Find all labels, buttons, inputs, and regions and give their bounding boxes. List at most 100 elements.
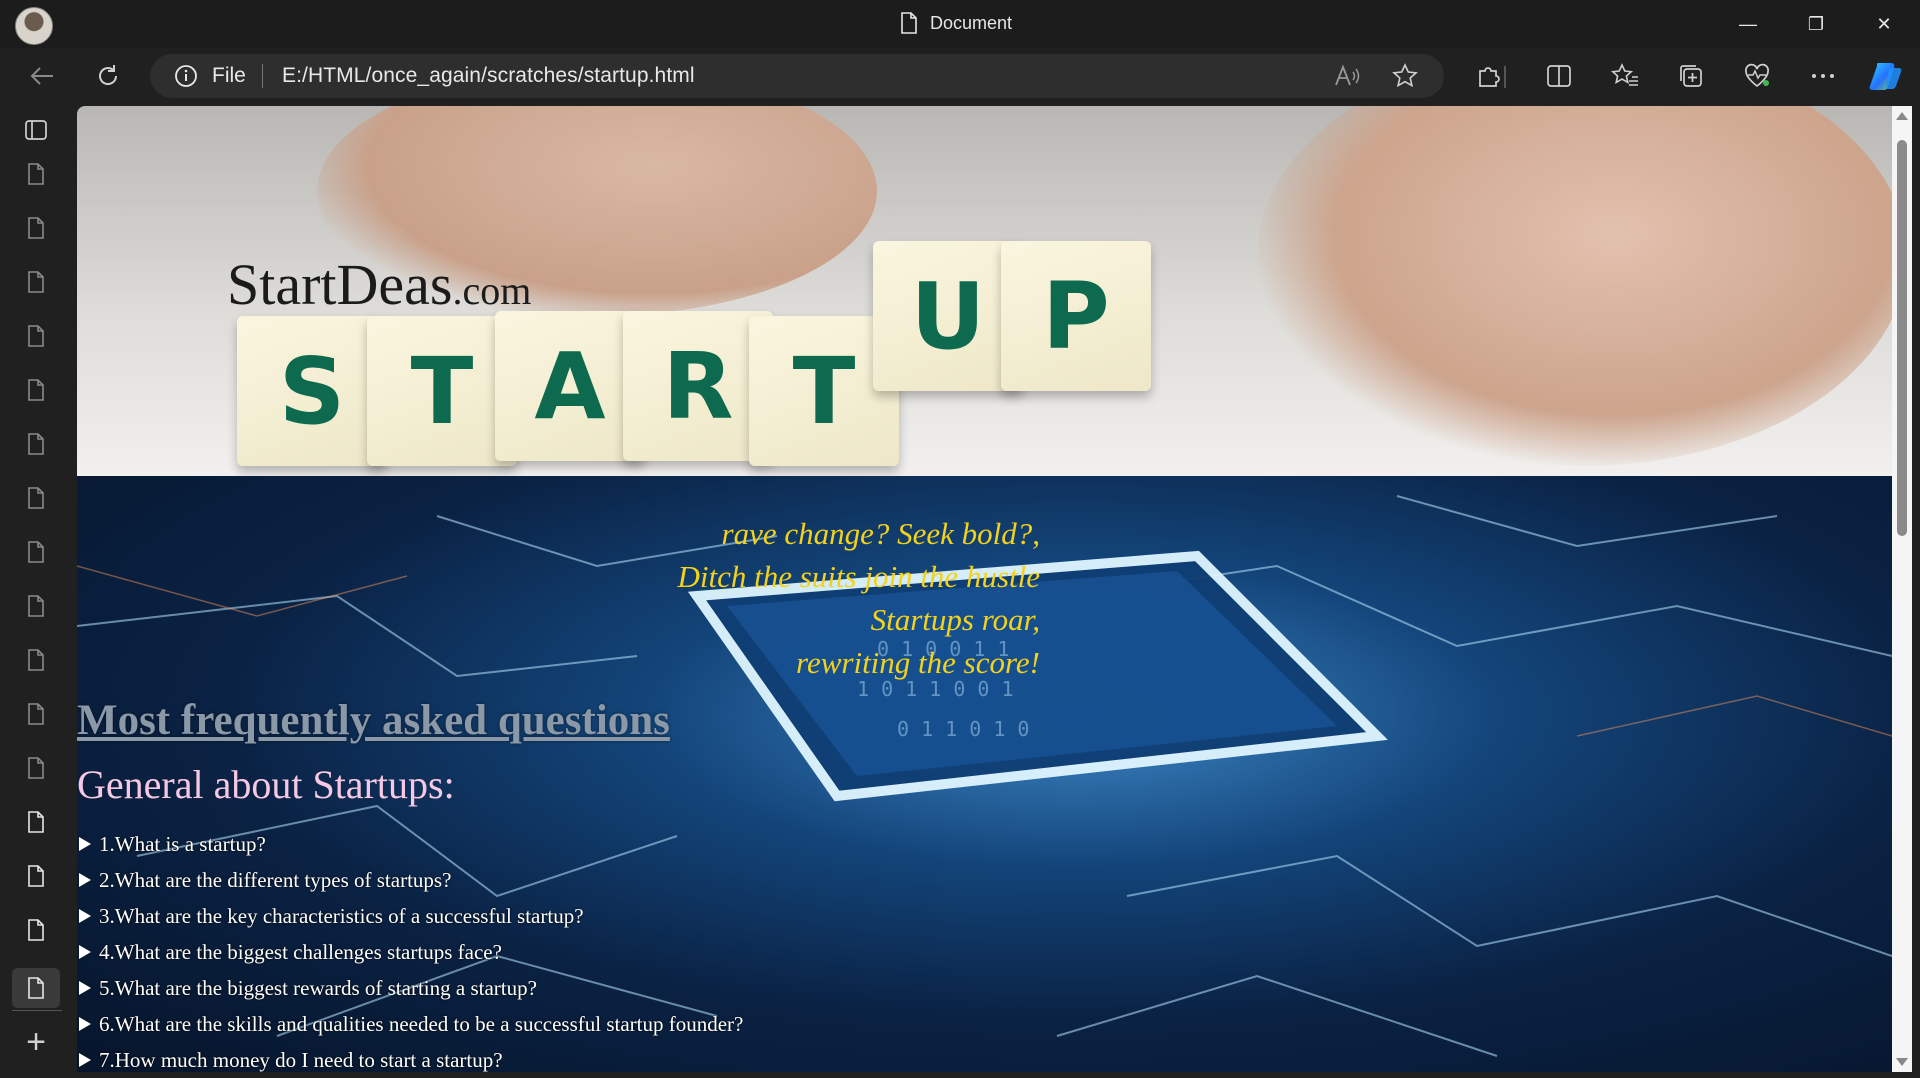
brand-suffix-text: .com [452, 268, 532, 313]
page-icon [28, 595, 44, 617]
page-icon [28, 757, 44, 779]
refresh-icon [99, 65, 118, 85]
scroll-up-arrow-icon[interactable] [1896, 112, 1908, 120]
faq-question-text: 3.What are the key characteristics of a … [99, 904, 584, 928]
page-icon [28, 703, 44, 725]
disclosure-triangle-icon [79, 945, 91, 959]
tab-actions-button[interactable] [20, 114, 52, 146]
faq-item[interactable]: 5.What are the biggest rewards of starti… [77, 970, 743, 1006]
sidebar-tab[interactable] [20, 698, 52, 730]
disclosure-triangle-icon [79, 1017, 91, 1031]
faq-question-text: 7.How much money do I need to start a st… [99, 1048, 503, 1072]
split-screen-button[interactable] [1541, 58, 1577, 94]
poem-line: Startups roar, [870, 602, 1040, 637]
sidebar-tab[interactable] [20, 212, 52, 244]
sidebar-tab[interactable] [20, 266, 52, 298]
sidebar-tab[interactable] [20, 320, 52, 352]
minimize-button[interactable]: — [1714, 0, 1782, 48]
page-viewport: StartDeas.com STARTUP 0 1 0 0 1 1 1 0 1 … [77, 106, 1892, 1072]
copilot-button[interactable] [1868, 58, 1904, 94]
close-icon: ✕ [1876, 13, 1892, 34]
browser-toolbar: File E:/HTML/once_again/scratches/startu… [0, 48, 1920, 104]
page-icon [28, 433, 44, 455]
refresh-button[interactable] [90, 58, 126, 94]
sidebar-tab[interactable] [12, 968, 60, 1008]
sidebar-tab[interactable] [20, 428, 52, 460]
address-separator [262, 64, 263, 88]
sidebar-tab[interactable] [20, 644, 52, 676]
faq-item[interactable]: 6.What are the skills and qualities need… [77, 1006, 743, 1042]
page-scrollbar[interactable] [1892, 106, 1912, 1072]
poem-line: rave change? Seek bold?, [721, 516, 1041, 551]
read-aloud-icon[interactable] [1334, 64, 1360, 88]
hand-right [1257, 106, 1892, 466]
poem-line: Ditch the suits join the hustle [677, 559, 1041, 594]
page-icon [28, 379, 44, 401]
document-icon [901, 12, 917, 34]
favorites-icon [1611, 63, 1638, 86]
sidebar-divider [12, 1010, 62, 1011]
extensions-icon [1479, 67, 1500, 87]
back-button[interactable] [24, 58, 60, 94]
faq-question-text: 2.What are the different types of startu… [99, 868, 452, 892]
address-prefix: File [212, 64, 246, 87]
sidebar-tab[interactable] [20, 752, 52, 784]
sidebar-tab[interactable] [20, 590, 52, 622]
sidebar-tab[interactable] [20, 806, 52, 838]
close-button[interactable]: ✕ [1850, 0, 1918, 48]
favorites-button[interactable] [1607, 58, 1643, 94]
faq-item[interactable]: 7.How much money do I need to start a st… [77, 1042, 743, 1072]
page-icon [28, 487, 44, 509]
faq-item[interactable]: 1.What is a startup? [77, 826, 743, 862]
extensions-button[interactable] [1470, 58, 1506, 94]
title-bar: Document — ❐ ✕ [0, 0, 1920, 48]
address-bar[interactable]: File E:/HTML/once_again/scratches/startu… [150, 54, 1444, 98]
disclosure-triangle-icon [79, 837, 91, 851]
sidebar-tab[interactable] [20, 482, 52, 514]
sidebar-tab[interactable] [20, 374, 52, 406]
letter-tile: S [237, 316, 387, 466]
collections-icon [1680, 65, 1702, 87]
split-screen-icon [1547, 65, 1571, 87]
faq-item[interactable]: 2.What are the different types of startu… [77, 862, 743, 898]
restore-button[interactable]: ❐ [1782, 0, 1850, 48]
restore-icon: ❐ [1807, 13, 1825, 34]
back-icon [30, 67, 53, 85]
sidebar-tab[interactable] [20, 158, 52, 190]
more-options-button[interactable] [1805, 58, 1841, 94]
scroll-down-arrow-icon[interactable] [1896, 1058, 1908, 1066]
page-icon [28, 919, 44, 941]
page-icon [28, 865, 44, 887]
disclosure-triangle-icon [79, 1053, 91, 1067]
page-icon [28, 217, 44, 239]
faq-question-text: 4.What are the biggest challenges startu… [99, 940, 502, 964]
browser-essentials-button[interactable] [1739, 58, 1775, 94]
sidebar-tab[interactable] [20, 536, 52, 568]
scroll-thumb[interactable] [1897, 140, 1907, 536]
profile-avatar[interactable] [15, 7, 53, 45]
faq-item[interactable]: 3.What are the key characteristics of a … [77, 898, 743, 934]
page-icon [28, 325, 44, 347]
faq-list: 1.What is a startup? 2.What are the diffe… [77, 826, 743, 1072]
faq-item[interactable]: 4.What are the biggest challenges startu… [77, 934, 743, 970]
disclosure-triangle-icon [79, 909, 91, 923]
sidebar-tab[interactable] [20, 914, 52, 946]
new-tab-button[interactable]: + [20, 1023, 52, 1061]
faq-question-text: 1.What is a startup? [99, 832, 266, 856]
disclosure-triangle-icon [79, 981, 91, 995]
info-icon [175, 65, 197, 87]
brand-logo[interactable]: StartDeas.com [227, 256, 531, 314]
faq-question-text: 6.What are the skills and qualities need… [99, 1012, 744, 1036]
circuit-background-image: 0 1 0 0 1 1 1 0 1 1 0 0 1 0 1 1 0 1 0 ra… [77, 476, 1892, 1072]
copilot-icon [1869, 63, 1902, 90]
tab-actions-icon [25, 120, 47, 140]
faq-heading[interactable]: Most frequently asked questions [77, 696, 670, 745]
more-icon [1812, 74, 1834, 78]
poem-line: rewriting the score! [796, 645, 1040, 680]
sidebar-tab[interactable] [20, 860, 52, 892]
collections-button[interactable] [1673, 58, 1709, 94]
favorite-star-icon[interactable] [1392, 63, 1418, 89]
hero-banner-image: StartDeas.com STARTUP [77, 106, 1892, 476]
letter-tile: P [1001, 241, 1151, 391]
address-url[interactable]: E:/HTML/once_again/scratches/startup.htm… [282, 64, 695, 88]
